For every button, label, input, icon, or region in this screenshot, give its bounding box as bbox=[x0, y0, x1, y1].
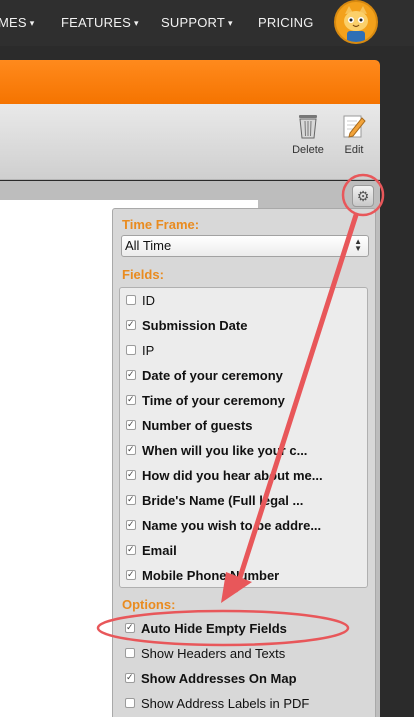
option-label: Show Address Labels in PDF bbox=[141, 696, 310, 711]
field-label: How did you hear about me... bbox=[142, 468, 323, 483]
field-row[interactable]: ✓ Name you wish to be addre... bbox=[120, 513, 367, 538]
nav-item-label: FEATURES bbox=[61, 15, 131, 30]
checkmark-icon: ✓ bbox=[126, 622, 134, 632]
option-checkbox[interactable]: ✓ bbox=[125, 698, 135, 708]
cat-avatar-icon[interactable] bbox=[334, 0, 378, 44]
chevron-down-icon: ▾ bbox=[228, 18, 233, 28]
field-row[interactable]: ✓ Mobile Phone Number bbox=[120, 563, 367, 587]
checkmark-icon: ✓ bbox=[126, 672, 134, 682]
field-label: IP bbox=[142, 343, 155, 358]
time-frame-select[interactable]: All Time ▲ ▼ bbox=[121, 235, 369, 257]
nav-item-themes[interactable]: MES ▾ bbox=[0, 15, 35, 30]
field-checkbox[interactable]: ✓ bbox=[126, 444, 136, 455]
field-row[interactable]: ✓ Submission Date bbox=[120, 313, 367, 338]
checkmark-icon: ✓ bbox=[127, 569, 135, 579]
checkmark-icon: ✓ bbox=[127, 519, 135, 529]
nav-item-features[interactable]: FEATURES ▾ bbox=[61, 15, 139, 30]
option-row[interactable]: ✓ Auto Hide Empty Fields bbox=[117, 616, 375, 641]
option-checkbox[interactable]: ✓ bbox=[125, 648, 135, 658]
toolbar: Delete Edit bbox=[0, 104, 380, 180]
chevron-down-icon: ▾ bbox=[29, 18, 35, 28]
checkmark-icon: ✓ bbox=[127, 469, 135, 479]
field-checkbox[interactable]: ✓ bbox=[126, 319, 136, 330]
checkmark-icon: ✓ bbox=[127, 394, 135, 404]
field-checkbox[interactable]: ✓ bbox=[126, 394, 136, 405]
option-row[interactable]: ✓ Show Headers and Texts bbox=[117, 641, 375, 666]
option-checkbox[interactable]: ✓ bbox=[125, 622, 135, 633]
nav-item-label: PRICING bbox=[258, 15, 314, 30]
field-checkbox[interactable]: ✓ bbox=[126, 469, 136, 480]
nav-item-label: SUPPORT bbox=[161, 15, 226, 30]
field-row[interactable]: ✓ ID bbox=[120, 288, 367, 313]
edit-button[interactable]: Edit bbox=[332, 112, 376, 156]
field-row[interactable]: ✓ Time of your ceremony bbox=[120, 388, 367, 413]
option-label: Auto Hide Empty Fields bbox=[141, 621, 287, 636]
field-label: Name you wish to be addre... bbox=[142, 518, 322, 533]
field-label: Email bbox=[142, 543, 177, 558]
checkmark-icon: ✓ bbox=[127, 494, 135, 504]
option-row[interactable]: ✓ Show Addresses On Map bbox=[117, 666, 375, 691]
field-label: Date of your ceremony bbox=[142, 368, 283, 383]
field-row[interactable]: ✓ Date of your ceremony bbox=[120, 363, 367, 388]
field-checkbox[interactable]: ✓ bbox=[126, 369, 136, 380]
option-checkbox[interactable]: ✓ bbox=[125, 672, 135, 683]
edit-label: Edit bbox=[344, 144, 364, 156]
field-label: Time of your ceremony bbox=[142, 393, 285, 408]
field-label: Number of guests bbox=[142, 418, 253, 433]
select-arrows-icon: ▲ ▼ bbox=[354, 237, 362, 253]
field-label: Submission Date bbox=[142, 318, 248, 333]
options-label: Options: bbox=[122, 597, 176, 612]
field-label: Bride's Name (Full legal ... bbox=[142, 493, 304, 508]
field-checkbox[interactable]: ✓ bbox=[126, 519, 136, 530]
delete-label: Delete bbox=[292, 144, 324, 156]
field-label: Mobile Phone Number bbox=[142, 568, 280, 583]
checkmark-icon: ✓ bbox=[127, 319, 135, 329]
field-checkbox[interactable]: ✓ bbox=[126, 419, 136, 430]
field-row[interactable]: ✓ Number of guests bbox=[120, 413, 367, 438]
checkmark-icon: ✓ bbox=[127, 369, 135, 379]
field-checkbox[interactable]: ✓ bbox=[126, 544, 136, 555]
top-navigation: MES ▾ FEATURES ▾ SUPPORT ▾ PRICING bbox=[0, 0, 414, 46]
field-label: When will you like your c... bbox=[142, 443, 308, 458]
field-row[interactable]: ✓ IP bbox=[120, 338, 367, 363]
fields-label: Fields: bbox=[122, 267, 164, 282]
field-row[interactable]: ✓ Email bbox=[120, 538, 367, 563]
settings-gear-button[interactable]: ⚙ bbox=[352, 185, 374, 207]
time-frame-label: Time Frame: bbox=[122, 217, 200, 232]
checkmark-icon: ✓ bbox=[127, 444, 135, 454]
field-row[interactable]: ✓ Bride's Name (Full legal ... bbox=[120, 488, 367, 513]
field-row[interactable]: ✓ When will you like your c... bbox=[120, 438, 367, 463]
field-checkbox[interactable]: ✓ bbox=[126, 494, 136, 505]
checkmark-icon: ✓ bbox=[127, 419, 135, 429]
fields-list[interactable]: ✓ ID ✓ Submission Date ✓ IP ✓ Date of your cere… bbox=[119, 287, 368, 588]
field-checkbox[interactable]: ✓ bbox=[126, 345, 136, 355]
edit-icon bbox=[343, 115, 366, 138]
option-row[interactable]: ✓ Show Address Labels in PDF bbox=[117, 691, 375, 716]
option-label: Show Addresses On Map bbox=[141, 671, 297, 686]
option-label: Show Headers and Texts bbox=[141, 646, 286, 661]
field-row[interactable]: ✓ How did you hear about me... bbox=[120, 463, 367, 488]
nav-item-label: MES bbox=[0, 15, 27, 30]
nav-item-pricing[interactable]: PRICING bbox=[258, 15, 314, 30]
settings-panel: Time Frame: All Time ▲▼ Fields: ✓ ID ✓ Subm… bbox=[112, 208, 376, 717]
field-label: ID bbox=[142, 293, 155, 308]
trash-icon bbox=[299, 115, 317, 139]
nav-item-support[interactable]: SUPPORT ▾ bbox=[161, 15, 233, 30]
chevron-down-icon: ▾ bbox=[133, 18, 139, 28]
field-checkbox[interactable]: ✓ bbox=[126, 569, 136, 580]
gear-icon: ⚙ bbox=[356, 188, 370, 204]
delete-button[interactable]: Delete bbox=[286, 112, 330, 156]
field-checkbox[interactable]: ✓ bbox=[126, 295, 136, 305]
time-frame-value: All Time bbox=[125, 238, 172, 253]
header-bar bbox=[0, 60, 380, 104]
checkmark-icon: ✓ bbox=[127, 544, 135, 554]
